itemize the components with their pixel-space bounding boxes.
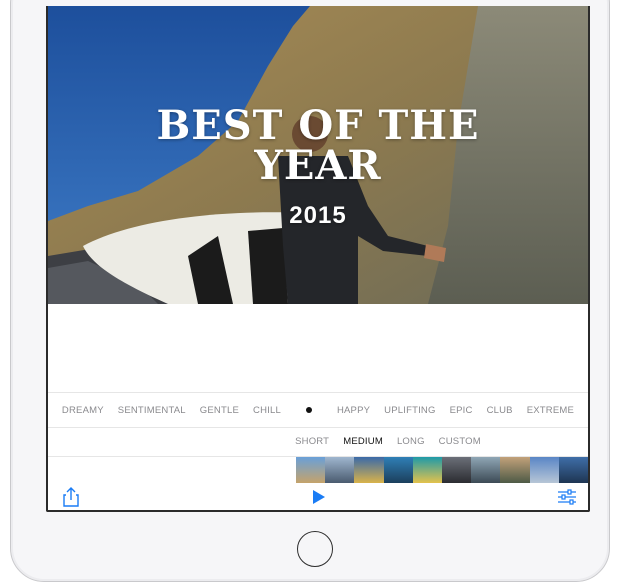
filmstrip-thumb xyxy=(383,457,413,483)
play-button[interactable] xyxy=(307,486,329,508)
filmstrip-thumb xyxy=(354,457,384,483)
mood-extreme[interactable]: EXTREME xyxy=(520,405,581,416)
length-selector: SHORT MEDIUM LONG CUSTOM xyxy=(48,427,588,457)
play-icon xyxy=(313,490,325,504)
length-custom[interactable]: CUSTOM xyxy=(432,436,488,447)
filmstrip-thumb xyxy=(500,457,530,483)
mood-dreamy[interactable]: DREAMY xyxy=(55,405,111,416)
length-medium[interactable]: MEDIUM xyxy=(336,436,390,447)
preview-spacer xyxy=(48,304,588,390)
adjust-button[interactable] xyxy=(556,486,578,508)
mood-gentle[interactable]: GENTLE xyxy=(193,405,246,416)
memory-year: 2015 xyxy=(289,202,347,229)
filmstrip-thumb xyxy=(471,457,501,483)
mood-sentimental[interactable]: SENTIMENTAL xyxy=(111,405,193,416)
memory-title-line1: BEST OF THE xyxy=(156,102,480,149)
mood-selected-dot[interactable] xyxy=(305,407,312,413)
memories-editor-screen: BEST OF THE YEAR 2015 DREAMY SENTIMENTAL… xyxy=(46,6,590,512)
timeline-filmstrip[interactable] xyxy=(296,457,588,483)
filmstrip-thumb xyxy=(558,457,588,483)
mood-uplifting[interactable]: UPLIFTING xyxy=(377,405,442,416)
home-button[interactable] xyxy=(297,531,333,567)
mood-selector: DREAMY SENTIMENTAL GENTLE CHILL HAPPY UP… xyxy=(48,392,588,428)
memory-title-line2: YEAR xyxy=(254,142,382,189)
length-long[interactable]: LONG xyxy=(390,436,432,447)
share-button[interactable] xyxy=(60,486,82,508)
bottom-toolbar xyxy=(48,482,588,510)
memory-title: BEST OF THE YEAR xyxy=(48,106,588,186)
mood-happy[interactable]: HAPPY xyxy=(330,405,377,416)
share-icon xyxy=(63,487,79,507)
filmstrip-thumb xyxy=(412,457,443,483)
filmstrip-thumb xyxy=(442,457,472,483)
filmstrip-thumb xyxy=(325,457,355,483)
filmstrip-thumb xyxy=(296,457,326,483)
memory-hero-image[interactable]: BEST OF THE YEAR 2015 xyxy=(48,6,588,304)
sliders-icon xyxy=(558,489,576,505)
mood-epic[interactable]: EPIC xyxy=(443,405,480,416)
mood-club[interactable]: CLUB xyxy=(480,405,520,416)
length-short[interactable]: SHORT xyxy=(288,436,336,447)
mood-chill[interactable]: CHILL xyxy=(246,405,288,416)
filmstrip-thumb xyxy=(529,457,559,483)
